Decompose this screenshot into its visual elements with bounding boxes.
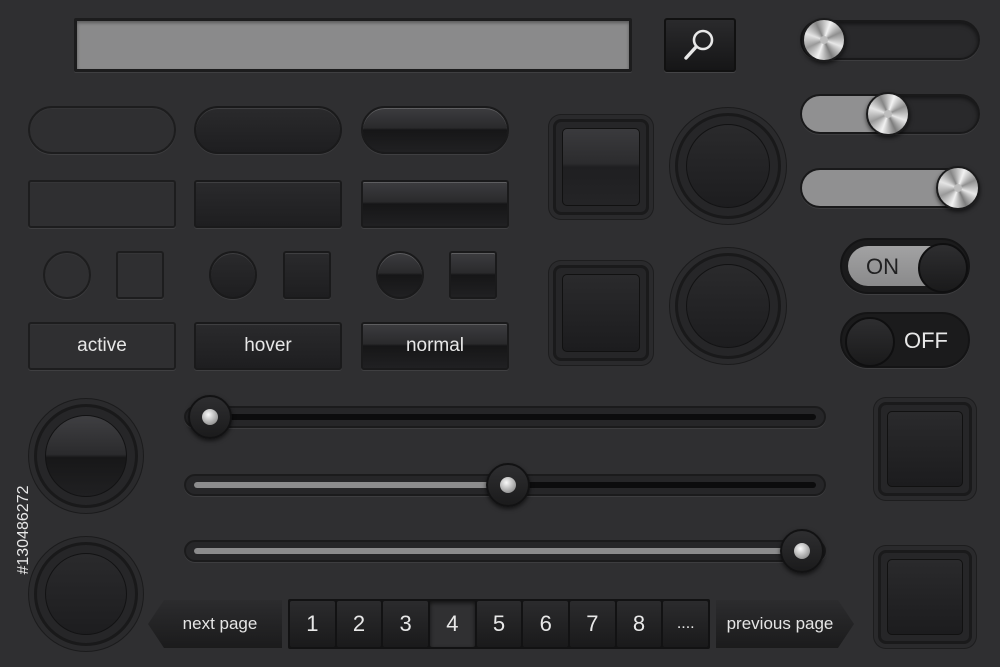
previous-page-button[interactable]: previous page: [716, 600, 854, 648]
square-button-active[interactable]: [116, 251, 164, 299]
big-square-button-face: [562, 274, 640, 352]
toggle-off[interactable]: OFF: [840, 312, 970, 368]
pill-button-active[interactable]: [28, 106, 176, 154]
big-circle-button-2[interactable]: [675, 253, 781, 359]
square-button-right-1[interactable]: [878, 402, 972, 496]
big-circle-button-1[interactable]: [675, 113, 781, 219]
rect-button-active[interactable]: [28, 180, 176, 228]
page-button-3[interactable]: 3: [383, 601, 429, 647]
slider-handle-2[interactable]: [486, 463, 530, 507]
circle-button-normal[interactable]: [376, 251, 424, 299]
slider-fill-2: [194, 482, 505, 488]
page-button-8[interactable]: 8: [616, 601, 662, 647]
square-button-face: [887, 411, 963, 487]
page-button-6[interactable]: 6: [523, 601, 569, 647]
big-square-button-flat[interactable]: [553, 265, 649, 361]
round-button-gloss[interactable]: [34, 404, 138, 508]
search-button[interactable]: [664, 18, 736, 72]
pill-button-normal[interactable]: [361, 106, 509, 154]
square-button-normal[interactable]: [449, 251, 497, 299]
circle-button-active[interactable]: [43, 251, 91, 299]
big-circle-button-face: [686, 124, 770, 208]
page-button-ellipsis[interactable]: ....: [663, 601, 709, 647]
slider-track-1[interactable]: [184, 406, 826, 428]
toggle-off-label: OFF: [904, 328, 948, 353]
rect-button-normal[interactable]: [361, 180, 509, 228]
toggle-off-knob[interactable]: [845, 317, 895, 367]
round-button-face: [45, 415, 127, 497]
big-square-button-gloss[interactable]: [553, 119, 649, 215]
active-button-label: active: [77, 335, 127, 356]
normal-button[interactable]: normal: [361, 322, 509, 370]
page-button-7[interactable]: 7: [570, 601, 615, 647]
toggle-on[interactable]: ON: [840, 238, 970, 294]
next-page-label: next page: [182, 614, 258, 633]
hover-button[interactable]: hover: [194, 322, 342, 370]
square-button-face: [887, 559, 963, 635]
big-circle-button-face: [686, 264, 770, 348]
switch-knob-3[interactable]: [936, 166, 980, 210]
square-button-right-2[interactable]: [878, 550, 972, 644]
square-button-hover[interactable]: [283, 251, 331, 299]
active-button[interactable]: active: [28, 322, 176, 370]
big-square-button-face: [562, 128, 640, 206]
normal-button-label: normal: [405, 335, 465, 356]
page-button-4-current[interactable]: 4: [430, 601, 475, 647]
slider-groove-3: [194, 548, 816, 554]
search-input[interactable]: [74, 18, 632, 72]
toggle-on-label: ON: [866, 254, 899, 279]
slider-track-3[interactable]: [184, 540, 826, 562]
page-button-5[interactable]: 5: [476, 601, 522, 647]
switch-knob-1[interactable]: [802, 18, 846, 62]
stock-id-watermark: #130486272: [4, 430, 44, 630]
page-button-1[interactable]: 1: [290, 601, 335, 647]
pill-button-hover[interactable]: [194, 106, 342, 154]
previous-page-label: previous page: [726, 614, 834, 633]
next-page-button[interactable]: next page: [148, 600, 282, 648]
page-button-2[interactable]: 2: [336, 601, 382, 647]
slider-handle-1[interactable]: [188, 395, 232, 439]
slider-fill-3: [194, 548, 816, 554]
hover-button-label: hover: [244, 335, 292, 356]
pagination-pages: 1 2 3 4 5 6 7 8 ....: [288, 599, 710, 649]
stock-id-text: #130486272: [15, 485, 32, 575]
circle-button-hover[interactable]: [209, 251, 257, 299]
toggle-on-knob[interactable]: [918, 243, 968, 293]
rect-button-hover[interactable]: [194, 180, 342, 228]
switch-knob-2[interactable]: [866, 92, 910, 136]
round-button-face: [45, 553, 127, 635]
round-button-flat[interactable]: [34, 542, 138, 646]
slider-groove-1: [194, 414, 816, 420]
search-icon: [684, 29, 714, 60]
slider-handle-3[interactable]: [780, 529, 824, 573]
